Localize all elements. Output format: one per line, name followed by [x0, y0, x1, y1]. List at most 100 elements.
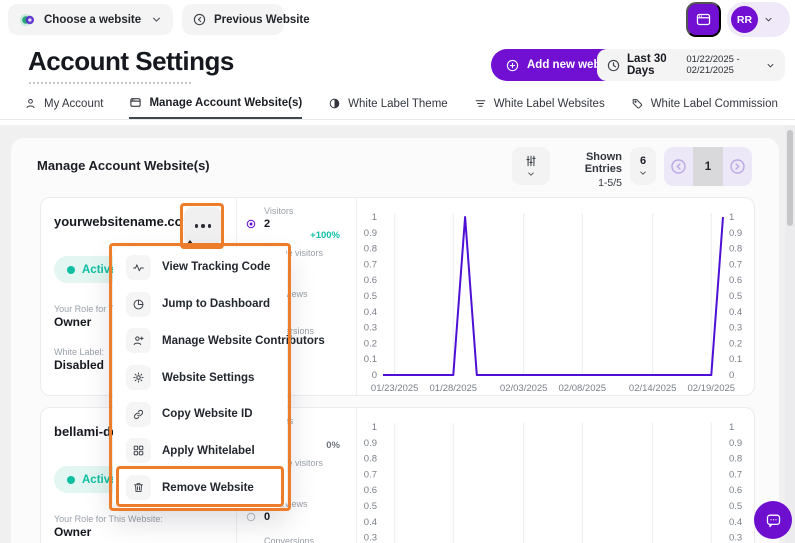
arrow-left-circle-icon — [192, 12, 207, 27]
pie-chart-icon — [132, 298, 145, 311]
svg-text:0.4: 0.4 — [729, 517, 742, 528]
circle-icon — [245, 511, 257, 523]
stat-visitors: Visitors 2 +100% — [245, 206, 356, 242]
change-badge: 0% — [326, 440, 340, 451]
contrast-icon — [328, 97, 341, 110]
tab-white-label-commission[interactable]: White Label Commission — [631, 88, 778, 119]
next-page-button[interactable] — [723, 147, 752, 186]
tab-white-label-theme[interactable]: White Label Theme — [328, 88, 448, 119]
chat-bubble-icon — [765, 512, 782, 529]
chevron-down-icon — [526, 169, 536, 179]
page-size-select[interactable]: 6 — [630, 147, 656, 185]
menu-item-website-settings[interactable]: Website Settings — [113, 359, 287, 396]
svg-text:0.3: 0.3 — [729, 323, 742, 334]
svg-text:0.6: 0.6 — [729, 485, 742, 496]
svg-text:0.8: 0.8 — [729, 454, 742, 465]
svg-text:0.9: 0.9 — [364, 228, 377, 239]
pagination: 1 — [664, 147, 752, 186]
svg-text:1: 1 — [372, 212, 377, 223]
row-actions-dropdown: View Tracking Code Jump to Dashboard Man… — [113, 247, 287, 508]
svg-text:0.3: 0.3 — [729, 533, 742, 543]
align-lines-icon — [474, 97, 487, 110]
menu-item-jump-to-dashboard[interactable]: Jump to Dashboard — [113, 286, 287, 323]
grid-icon — [132, 444, 145, 457]
svg-text:0.7: 0.7 — [364, 469, 377, 480]
user-icon — [24, 97, 37, 110]
visitors-chart: 01/23/202501/28/202502/03/202502/08/2025… — [360, 203, 752, 395]
arrow-right-circle-icon — [728, 157, 747, 176]
website-name: bellami-de — [54, 424, 118, 439]
user-plus-icon — [132, 334, 145, 347]
browser-icon — [695, 11, 712, 28]
chat-support-button[interactable] — [754, 501, 792, 539]
svg-text:0.9: 0.9 — [729, 438, 742, 449]
title-dotted-underline — [29, 82, 191, 84]
menu-item-remove-website[interactable]: Remove Website — [113, 469, 287, 506]
svg-text:0.3: 0.3 — [364, 323, 377, 334]
websites-app-button[interactable] — [686, 2, 721, 37]
shown-entries-label: Shown Entries — [552, 151, 622, 175]
current-page[interactable]: 1 — [693, 147, 722, 186]
avatar: RR — [731, 6, 758, 33]
gear-icon — [132, 371, 145, 384]
svg-text:0.8: 0.8 — [364, 244, 377, 255]
app-window: Choose a website Previous Website RR Acc… — [0, 0, 795, 543]
date-range-title: Last 30 Days — [627, 53, 676, 77]
menu-item-label: Apply Whitelabel — [162, 445, 255, 457]
page-header: Choose a website Previous Website RR Acc… — [0, 0, 795, 125]
page-size-value: 6 — [640, 155, 646, 167]
visitors-chart: 01/23/202501/28/202502/03/202502/08/2025… — [360, 413, 752, 543]
panel-title: Manage Account Website(s) — [37, 158, 210, 173]
scrollbar-thumb[interactable] — [787, 130, 793, 226]
previous-website-button[interactable]: Previous Website — [182, 4, 284, 35]
menu-item-label: Copy Website ID — [162, 408, 253, 420]
link-icon — [132, 408, 145, 421]
svg-text:0.1: 0.1 — [364, 354, 377, 365]
svg-text:0.5: 0.5 — [364, 291, 377, 302]
menu-item-label: Website Settings — [162, 372, 254, 384]
svg-text:0.7: 0.7 — [364, 259, 377, 270]
svg-text:0.1: 0.1 — [729, 354, 742, 365]
svg-text:0.2: 0.2 — [364, 338, 377, 349]
date-range-picker[interactable]: Last 30 Days 01/22/2025 - 02/21/2025 — [597, 49, 785, 81]
column-divider — [356, 408, 357, 543]
menu-item-label: Remove Website — [162, 482, 254, 494]
chevron-down-icon — [763, 14, 774, 25]
status-dot-icon — [67, 266, 75, 274]
choose-website-dropdown[interactable]: Choose a website — [8, 4, 173, 35]
shown-entries: Shown Entries 1-5/5 — [552, 151, 622, 189]
filter-button[interactable] — [512, 147, 550, 185]
svg-text:0.4: 0.4 — [729, 307, 742, 318]
svg-text:0.6: 0.6 — [364, 485, 377, 496]
menu-item-view-tracking-code[interactable]: View Tracking Code — [113, 249, 287, 286]
account-menu[interactable]: RR — [727, 2, 790, 37]
shown-entries-value: 1-5/5 — [552, 177, 622, 189]
svg-text:0.5: 0.5 — [729, 291, 742, 302]
tab-manage-account-websites[interactable]: Manage Account Website(s) — [129, 88, 302, 119]
tab-label: Manage Account Website(s) — [149, 97, 302, 109]
svg-text:0: 0 — [372, 370, 377, 381]
tabs-divider — [0, 119, 795, 120]
menu-caret — [184, 240, 196, 248]
status-dot-icon — [67, 476, 75, 484]
chevron-down-icon — [638, 168, 648, 178]
column-divider — [356, 198, 357, 395]
analytics-logo-icon — [18, 11, 36, 29]
prev-page-button[interactable] — [664, 147, 693, 186]
menu-item-copy-website-id[interactable]: Copy Website ID — [113, 396, 287, 433]
svg-text:0.2: 0.2 — [729, 338, 742, 349]
scrollbar[interactable] — [785, 126, 795, 543]
target-icon — [245, 218, 257, 230]
website-name: yourwebsitename.co — [54, 214, 183, 229]
menu-item-manage-website-contributors[interactable]: Manage Website Contributors — [113, 322, 287, 359]
svg-text:1: 1 — [729, 422, 734, 433]
tab-my-account[interactable]: My Account — [24, 88, 103, 119]
svg-text:0.6: 0.6 — [364, 275, 377, 286]
menu-item-label: View Tracking Code — [162, 261, 270, 273]
svg-text:02/03/2025: 02/03/2025 — [500, 383, 548, 394]
stat-conversions: Conversions — [245, 536, 356, 543]
sliders-icon — [524, 154, 538, 168]
role-value: Owner — [54, 315, 91, 329]
menu-item-apply-whitelabel[interactable]: Apply Whitelabel — [113, 433, 287, 470]
tab-white-label-websites[interactable]: White Label Websites — [474, 88, 605, 119]
